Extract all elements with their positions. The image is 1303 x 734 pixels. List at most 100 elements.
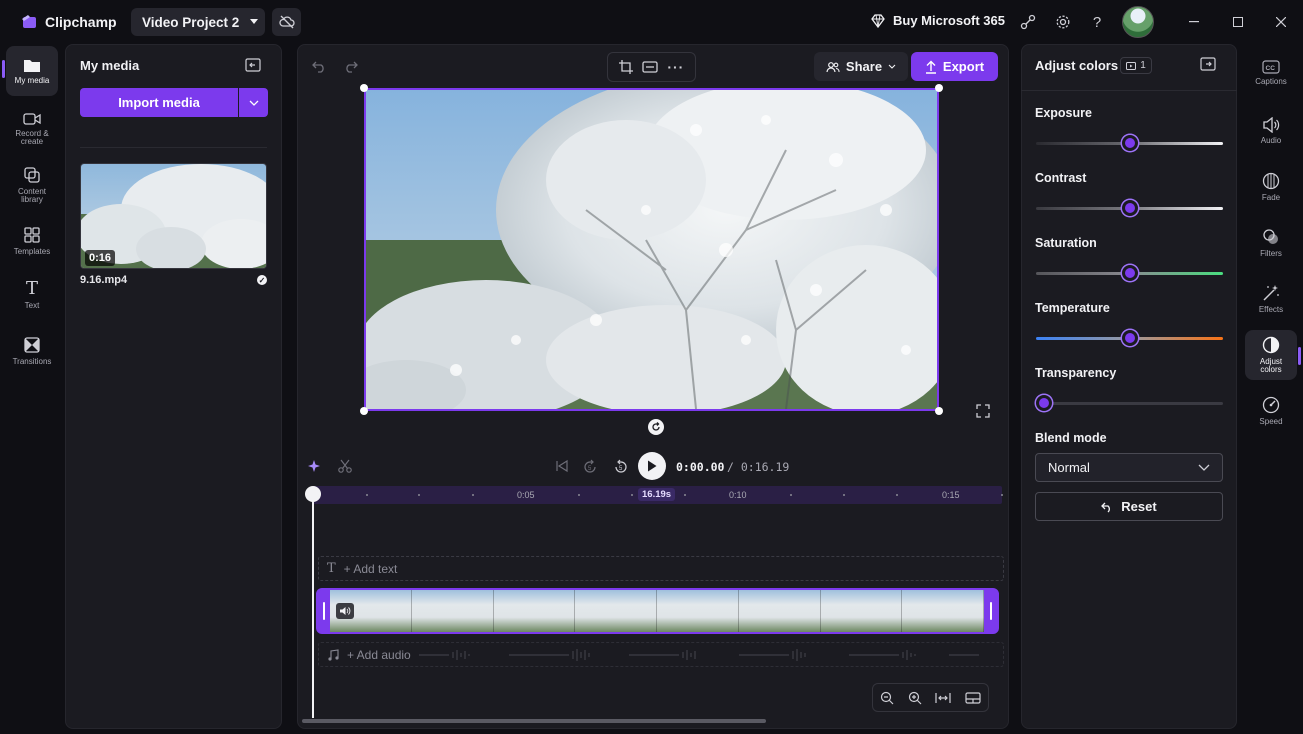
clip-trim-handle-right[interactable] <box>985 590 997 632</box>
minimize-icon[interactable] <box>1184 13 1204 31</box>
active-rail-indicator <box>1298 347 1301 365</box>
clip-frame <box>493 590 576 632</box>
nav-text[interactable]: T Text <box>6 270 58 320</box>
redo-icon[interactable] <box>344 59 358 73</box>
split-scissors-icon[interactable] <box>338 459 352 473</box>
active-nav-indicator <box>2 60 5 78</box>
reset-button[interactable]: Reset <box>1035 492 1223 521</box>
transparency-slider-thumb[interactable] <box>1036 395 1052 411</box>
rail-fade-label: Fade <box>1261 192 1281 202</box>
clip-trim-handle-left[interactable] <box>318 590 330 632</box>
rail-audio-label: Audio <box>1260 135 1282 145</box>
text-track[interactable]: T + Add text <box>318 556 1004 581</box>
nav-templates-label: Templates <box>13 246 51 256</box>
more-options-icon[interactable]: ··· <box>667 59 684 75</box>
share-button[interactable]: Share <box>814 52 908 81</box>
collapse-panel-icon[interactable] <box>1200 57 1216 73</box>
timeline-view-icon[interactable] <box>965 691 981 704</box>
connect-icon[interactable] <box>1018 12 1038 32</box>
ruler-label: 0:05 <box>517 490 535 500</box>
settings-gear-icon[interactable] <box>1053 12 1073 32</box>
collapse-panel-icon[interactable] <box>245 58 261 72</box>
clip-frame <box>738 590 821 632</box>
video-clip[interactable] <box>316 588 999 634</box>
ruler-label: 0:15 <box>942 490 960 500</box>
playhead-time-badge: 16.19s <box>638 488 676 501</box>
resize-handle-bottom-left[interactable] <box>360 407 368 415</box>
blend-mode-label: Blend mode <box>1035 431 1107 445</box>
exposure-label: Exposure <box>1035 106 1092 120</box>
import-media-button[interactable]: Import media <box>80 88 238 117</box>
nav-templates[interactable]: Templates <box>6 216 58 266</box>
rotate-handle-icon[interactable] <box>648 419 664 435</box>
ruler-tick <box>366 494 368 496</box>
rail-adjust-colors-label: Adjust colors <box>1259 356 1283 374</box>
crop-icon[interactable] <box>618 60 633 74</box>
zoom-in-icon[interactable] <box>908 691 922 705</box>
play-button[interactable] <box>638 452 666 480</box>
blend-mode-select[interactable]: Normal <box>1035 453 1223 482</box>
chevron-down-icon <box>249 18 259 26</box>
fit-icon[interactable] <box>642 61 658 73</box>
temperature-slider-thumb[interactable] <box>1121 330 1138 346</box>
user-avatar[interactable] <box>1122 6 1154 38</box>
resize-handle-top-right[interactable] <box>935 84 943 92</box>
skip-to-start-icon[interactable] <box>555 459 569 473</box>
playhead[interactable] <box>312 494 314 718</box>
preview-toolbar: ··· <box>607 52 696 82</box>
help-icon[interactable]: ? <box>1087 12 1107 32</box>
clip-audio-icon[interactable] <box>336 603 354 619</box>
ruler-tick <box>578 494 580 496</box>
nav-content-library-label: Content library <box>17 186 47 204</box>
nav-record-create[interactable]: Record & create <box>6 104 58 154</box>
resize-handle-bottom-right[interactable] <box>935 407 943 415</box>
clip-frame <box>657 590 739 632</box>
export-label: Export <box>942 59 985 74</box>
cloud-sync-off-button[interactable] <box>272 8 301 36</box>
svg-text:5: 5 <box>588 466 592 472</box>
undo-icon[interactable] <box>312 59 326 73</box>
transparency-label: Transparency <box>1035 366 1117 380</box>
nav-content-library[interactable]: Content library <box>6 160 58 210</box>
media-panel-title: My media <box>80 58 140 73</box>
video-preview[interactable] <box>364 88 939 411</box>
exposure-slider-thumb[interactable] <box>1121 135 1138 151</box>
current-time: 0:00.00 <box>676 460 725 474</box>
chevron-down-icon <box>1198 464 1210 471</box>
rail-effects[interactable]: Effects <box>1245 274 1297 324</box>
zoom-out-icon[interactable] <box>880 691 894 705</box>
transparency-slider[interactable] <box>1036 402 1223 405</box>
rail-adjust-colors[interactable]: Adjust colors <box>1245 330 1297 380</box>
import-media-options-button[interactable] <box>239 88 268 117</box>
resize-handle-top-left[interactable] <box>360 84 368 92</box>
clip-count: 1 <box>1140 60 1146 71</box>
diamond-icon <box>870 13 886 28</box>
magic-sparkle-icon[interactable] <box>308 459 322 473</box>
rail-speed[interactable]: Speed <box>1245 386 1297 436</box>
forward-5-icon[interactable]: 5 <box>612 458 628 474</box>
svg-text:5: 5 <box>619 466 623 472</box>
export-button[interactable]: Export <box>911 52 998 81</box>
rail-captions[interactable]: CC Captions <box>1245 48 1297 98</box>
rail-filters[interactable]: Filters <box>1245 218 1297 268</box>
rewind-5-icon[interactable]: 5 <box>583 458 599 474</box>
rail-audio[interactable]: Audio <box>1245 106 1297 156</box>
timeline-scrollbar[interactable] <box>302 719 766 723</box>
ruler-tick <box>684 494 686 496</box>
nav-my-media[interactable]: My media <box>6 46 58 96</box>
divider <box>80 147 267 148</box>
contrast-slider-thumb[interactable] <box>1121 200 1138 216</box>
audio-track[interactable]: + Add audio <box>318 642 1004 667</box>
saturation-slider-thumb[interactable] <box>1121 265 1138 281</box>
maximize-icon[interactable] <box>1228 13 1248 31</box>
nav-transitions[interactable]: Transitions <box>6 326 58 376</box>
reset-label: Reset <box>1121 499 1157 514</box>
buy-microsoft-365-button[interactable]: Buy Microsoft 365 <box>870 13 1005 28</box>
project-name-dropdown[interactable]: Video Project 2 <box>131 8 265 36</box>
fit-timeline-icon[interactable] <box>935 692 951 704</box>
rail-fade[interactable]: Fade <box>1245 162 1297 212</box>
fullscreen-icon[interactable] <box>975 403 991 419</box>
playhead-handle[interactable] <box>305 486 321 502</box>
close-icon[interactable] <box>1271 13 1291 31</box>
total-time: / 0:16.19 <box>727 460 790 474</box>
